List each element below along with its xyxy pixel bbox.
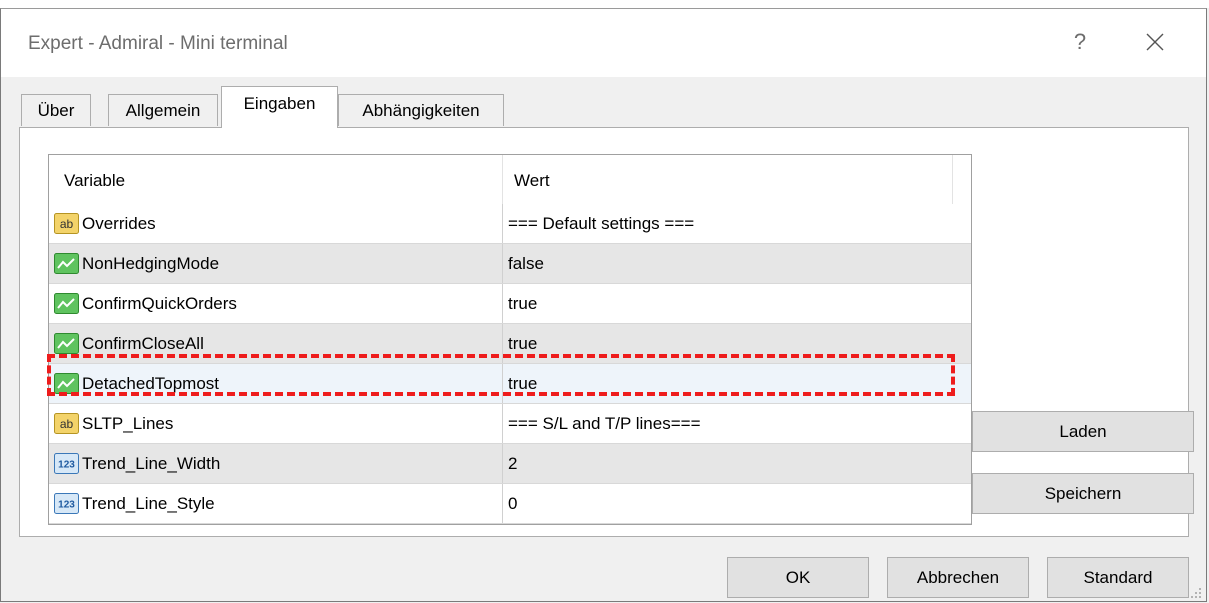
variable-name: DetachedTopmost (82, 374, 220, 393)
help-button[interactable]: ? (1065, 25, 1095, 59)
column-divider (952, 155, 953, 204)
variable-value[interactable]: === Default settings === (508, 204, 694, 244)
variable-value[interactable]: 2 (508, 444, 517, 484)
title-bar: Expert - Admiral - Mini terminal ? (1, 9, 1206, 77)
table-row[interactable]: ConfirmQuickOrders true (49, 284, 971, 324)
table-row[interactable]: ab Overrides === Default settings === (49, 204, 971, 244)
cell-divider (502, 404, 503, 443)
bool-type-icon (54, 293, 79, 314)
variable-name: Trend_Line_Width (82, 454, 221, 473)
variable-name: SLTP_Lines (82, 414, 174, 433)
cell-divider (502, 204, 503, 243)
table-body: ab Overrides === Default settings === No… (49, 204, 971, 524)
string-type-icon: ab (54, 413, 79, 434)
variable-value[interactable]: true (508, 364, 537, 404)
cell-divider (502, 444, 503, 483)
bool-type-icon (54, 253, 79, 274)
table-row-selected[interactable]: DetachedTopmost true (49, 364, 971, 404)
cell-divider (502, 484, 503, 523)
tab-eingaben[interactable]: Eingaben (221, 86, 338, 128)
svg-text:ab: ab (60, 417, 74, 431)
table-row[interactable]: ab SLTP_Lines === S/L and T/P lines=== (49, 404, 971, 444)
variable-name: ConfirmQuickOrders (82, 294, 237, 313)
svg-text:ab: ab (60, 217, 74, 231)
cell-divider (502, 324, 503, 363)
table-row[interactable]: 123 Trend_Line_Width 2 (49, 444, 971, 484)
variable-value[interactable]: true (508, 284, 537, 324)
column-divider (502, 155, 503, 204)
svg-text:123: 123 (58, 500, 75, 511)
close-button[interactable] (1135, 25, 1175, 59)
variable-name: Trend_Line_Style (82, 494, 215, 513)
variable-name: ConfirmCloseAll (82, 334, 204, 353)
resize-grip-icon[interactable] (1188, 585, 1202, 599)
ok-button[interactable]: OK (727, 557, 869, 598)
cell-divider (502, 244, 503, 283)
bool-type-icon (54, 373, 79, 394)
window-title: Expert - Admiral - Mini terminal (28, 33, 288, 54)
bool-type-icon (54, 333, 79, 354)
column-header-variable[interactable]: Variable (64, 155, 125, 204)
cancel-button[interactable]: Abbrechen (887, 557, 1029, 598)
background-strip (0, 0, 1209, 8)
load-button[interactable]: Laden (972, 411, 1194, 452)
variable-value[interactable]: === S/L and T/P lines=== (508, 404, 701, 444)
variable-value[interactable]: false (508, 244, 544, 284)
cell-divider (502, 364, 503, 403)
tab-allgemein[interactable]: Allgemein (108, 94, 218, 126)
int-type-icon: 123 (54, 493, 79, 514)
cell-divider (502, 284, 503, 323)
table-header: Variable Wert (49, 155, 971, 204)
close-icon (1146, 33, 1164, 51)
variable-name: Overrides (82, 214, 156, 233)
dialog-window: Expert - Admiral - Mini terminal ? Über … (0, 8, 1207, 602)
tab-abhaengigkeiten[interactable]: Abhängigkeiten (338, 94, 504, 126)
string-type-icon: ab (54, 213, 79, 234)
column-header-value[interactable]: Wert (514, 155, 550, 204)
default-button[interactable]: Standard (1047, 557, 1189, 598)
table-row[interactable]: NonHedgingMode false (49, 244, 971, 284)
variable-name: NonHedgingMode (82, 254, 220, 273)
variable-value[interactable]: true (508, 324, 537, 364)
svg-text:123: 123 (58, 460, 75, 471)
table-row[interactable]: ConfirmCloseAll true (49, 324, 971, 364)
save-button[interactable]: Speichern (972, 473, 1194, 514)
int-type-icon: 123 (54, 453, 79, 474)
inputs-table: Variable Wert ab Overrides === Default s… (48, 154, 972, 525)
tab-ueber[interactable]: Über (21, 94, 91, 126)
table-row[interactable]: 123 Trend_Line_Style 0 (49, 484, 971, 524)
variable-value[interactable]: 0 (508, 484, 517, 524)
